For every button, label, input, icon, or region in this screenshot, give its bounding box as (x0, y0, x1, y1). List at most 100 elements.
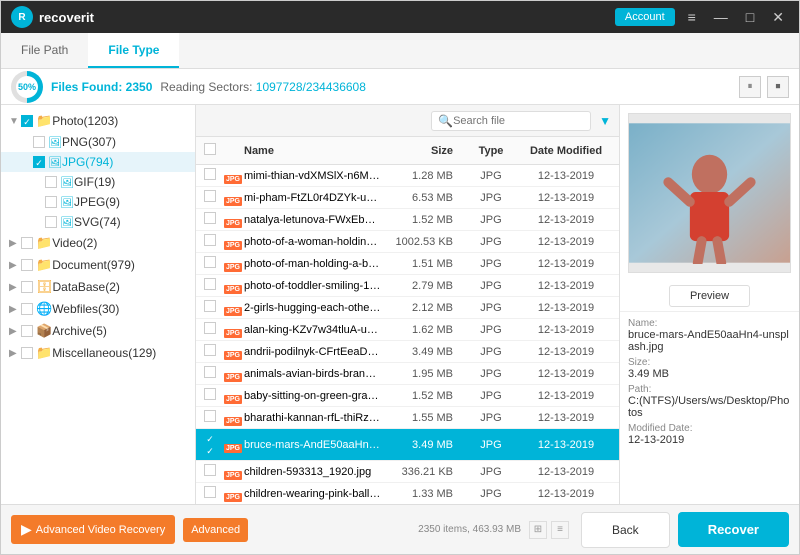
file-date: 12-13-2019 (521, 439, 611, 451)
checkbox-svg[interactable] (45, 216, 57, 228)
title-bar: R recoverit Account ≡ — □ ✕ (1, 1, 799, 33)
file-date: 12-13-2019 (521, 170, 611, 182)
progress-icons: ⏸ ⏹ (739, 76, 789, 98)
file-checkbox[interactable]: ✓ (204, 432, 216, 444)
col-header-name: Name (244, 145, 381, 157)
table-row[interactable]: JPG photo-of-man-holding-a-book-92702...… (196, 253, 619, 275)
menu-button[interactable]: ≡ (683, 7, 701, 27)
recover-button[interactable]: Recover (678, 512, 789, 547)
select-all-checkbox[interactable] (204, 143, 216, 155)
jpg-file-icon: JPG (224, 197, 242, 206)
checkbox-jpeg[interactable] (45, 196, 57, 208)
expand-arrow-archive: ▶ (9, 326, 21, 337)
table-row[interactable]: JPG 2-girls-hugging-each-other-outdoor-.… (196, 297, 619, 319)
search-icon: 🔍 (438, 114, 453, 128)
checkbox-video[interactable] (21, 237, 33, 249)
account-button[interactable]: Account (615, 8, 675, 26)
minimize-button[interactable]: — (709, 7, 733, 27)
checkbox-webfiles[interactable] (21, 303, 33, 315)
sidebar-item-misc[interactable]: ▶ 📁 Miscellaneous(129) (1, 342, 195, 364)
table-row[interactable]: JPG photo-of-a-woman-holding-an-ipad-7..… (196, 231, 619, 253)
tab-file-type[interactable]: File Type (88, 33, 179, 68)
sidebar-item-document[interactable]: ▶ 📁 Document(979) (1, 254, 195, 276)
advanced-video-recovery-button[interactable]: ▶ Advanced Video Recovery (11, 515, 175, 544)
grid-view-icon[interactable]: ⊞ (529, 521, 547, 539)
file-checkbox[interactable] (204, 486, 216, 498)
file-type: JPG (461, 439, 521, 451)
file-checkbox[interactable] (204, 300, 216, 312)
jpg-file-icon: JPG (224, 307, 242, 316)
file-checkbox[interactable] (204, 234, 216, 246)
table-row[interactable]: JPG children-wearing-pink-ball-dress-360… (196, 483, 619, 504)
maximize-button[interactable]: □ (741, 7, 759, 27)
file-date: 12-13-2019 (521, 280, 611, 292)
file-checkbox[interactable] (204, 464, 216, 476)
table-row[interactable]: JPG andrii-podilnyk-CFrtEeaDg1I-unsplash… (196, 341, 619, 363)
sidebar-item-video[interactable]: ▶ 📁 Video(2) (1, 232, 195, 254)
preview-button[interactable]: Preview (669, 285, 750, 307)
checkbox-database[interactable] (21, 281, 33, 293)
file-size: 1.28 MB (381, 170, 461, 182)
file-checkbox[interactable] (204, 168, 216, 180)
file-checkbox[interactable] (204, 388, 216, 400)
sidebar-label-photo: Photo(1203) (52, 114, 187, 128)
sidebar-label-misc: Miscellaneous(129) (52, 346, 187, 360)
table-row[interactable]: JPG animals-avian-birds-branch-459326.j.… (196, 363, 619, 385)
sidebar-item-webfiles[interactable]: ▶ 🌐 Webfiles(30) (1, 298, 195, 320)
file-checkbox[interactable] (204, 190, 216, 202)
search-input[interactable] (453, 115, 583, 127)
sidebar-item-png[interactable]: 🖼 PNG(307) (1, 132, 195, 152)
table-row[interactable]: JPG natalya-letunova-FWxEbL34i4Y-unsp...… (196, 209, 619, 231)
file-checkbox[interactable] (204, 410, 216, 422)
table-row[interactable]: ✓ JPG bruce-mars-AndE50aaHn4-unsplash...… (196, 429, 619, 461)
sidebar-item-photo[interactable]: ▼ 📁 Photo(1203) (1, 110, 195, 132)
table-row[interactable]: JPG alan-king-KZv7w34tluA-unsplash.jpg 1… (196, 319, 619, 341)
checkbox-photo[interactable] (21, 115, 33, 127)
stop-button[interactable]: ⏹ (767, 76, 789, 98)
file-date: 12-13-2019 (521, 368, 611, 380)
close-button[interactable]: ✕ (767, 7, 789, 28)
checkbox-misc[interactable] (21, 347, 33, 359)
table-row[interactable]: JPG children-593313_1920.jpg 336.21 KB J… (196, 461, 619, 483)
checkbox-jpg[interactable] (33, 156, 45, 168)
table-row[interactable]: JPG mi-pham-FtZL0r4DZYk-unsplash.jpg 6.5… (196, 187, 619, 209)
jpg-file-icon: JPG (224, 351, 242, 360)
advanced-button[interactable]: Advanced (183, 518, 248, 542)
list-view-icon[interactable]: ≡ (551, 521, 569, 539)
app-logo: R recoverit (11, 6, 615, 28)
back-button[interactable]: Back (581, 512, 670, 548)
preview-btn-row: Preview (620, 281, 799, 311)
sidebar-item-jpeg[interactable]: 🖼 JPEG(9) (1, 192, 195, 212)
checkbox-gif[interactable] (45, 176, 57, 188)
table-row[interactable]: JPG photo-of-toddler-smiling-1912868.jpg… (196, 275, 619, 297)
file-size: 1.62 MB (381, 324, 461, 336)
file-checkbox[interactable] (204, 278, 216, 290)
file-checkbox[interactable] (204, 322, 216, 334)
progress-area: 50% Files Found: 2350 Reading Sectors: 1… (1, 69, 799, 105)
file-checkbox[interactable] (204, 366, 216, 378)
file-name: children-wearing-pink-ball-dress-360... (244, 488, 381, 500)
file-checkbox[interactable] (204, 212, 216, 224)
sidebar-item-archive[interactable]: ▶ 📦 Archive(5) (1, 320, 195, 342)
pause-button[interactable]: ⏸ (739, 76, 761, 98)
tab-file-path[interactable]: File Path (1, 33, 88, 68)
sidebar-item-svg[interactable]: 🖼 SVG(74) (1, 212, 195, 232)
preview-path-value: C:(NTFS)/Users/ws/Desktop/Photos (628, 395, 791, 419)
file-checkbox[interactable] (204, 256, 216, 268)
sidebar-item-database[interactable]: ▶ 🗄 DataBase(2) (1, 276, 195, 298)
jpg-file-icon: JPG (224, 395, 242, 404)
filter-icon[interactable]: ▼ (599, 114, 611, 128)
file-checkbox[interactable] (204, 344, 216, 356)
checkbox-document[interactable] (21, 259, 33, 271)
jpg-file-icon: JPG (224, 373, 242, 382)
sidebar-item-jpg[interactable]: 🖼 JPG(794) (1, 152, 195, 172)
sidebar-item-gif[interactable]: 🖼 GIF(19) (1, 172, 195, 192)
checkbox-png[interactable] (33, 136, 45, 148)
table-row[interactable]: JPG baby-sitting-on-green-grass-beside-.… (196, 385, 619, 407)
file-type: JPG (461, 214, 521, 226)
table-row[interactable]: JPG bharathi-kannan-rfL-thiRzDs-unsplash… (196, 407, 619, 429)
table-row[interactable]: JPG mimi-thian-vdXMSlX-n6M-unsplash.jpg … (196, 165, 619, 187)
file-name: alan-king-KZv7w34tluA-unsplash.jpg (244, 324, 381, 336)
expand-arrow-database: ▶ (9, 282, 21, 293)
checkbox-archive[interactable] (21, 325, 33, 337)
